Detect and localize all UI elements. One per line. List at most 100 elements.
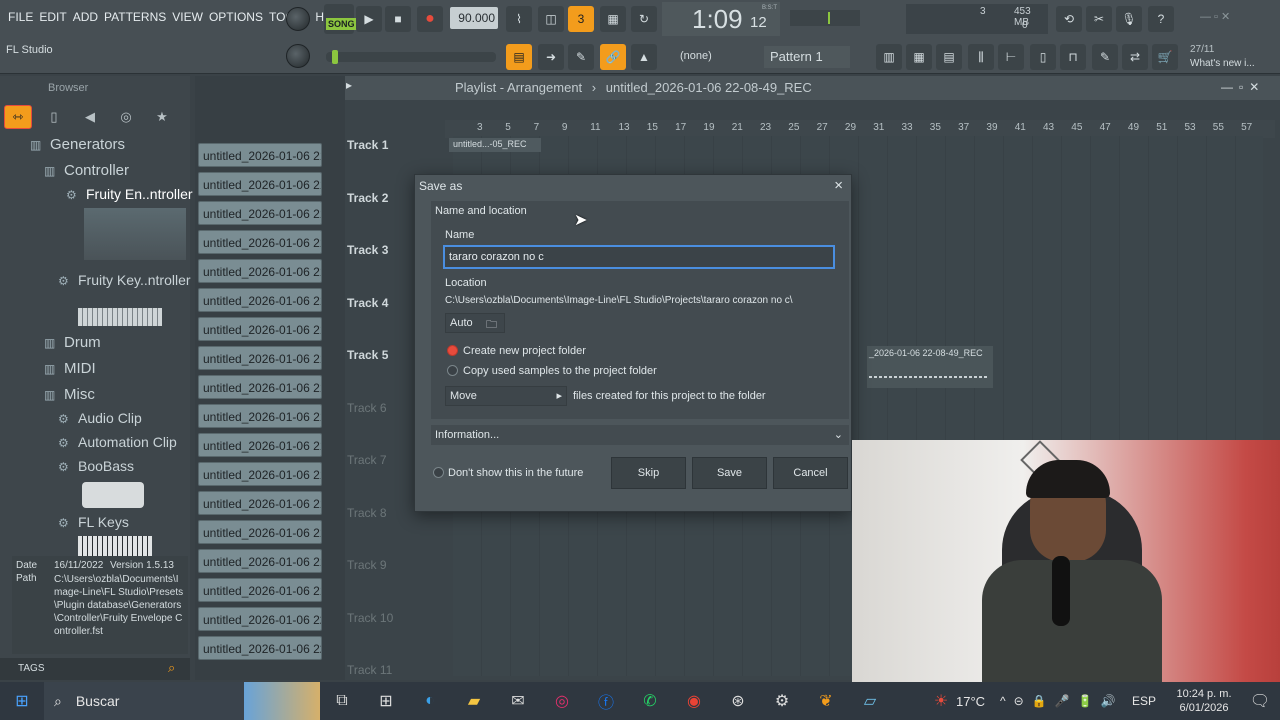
picker-clip-item[interactable]: untitled_2026-01-06 21-...	[198, 491, 322, 515]
track-header[interactable]: Track 10	[347, 611, 393, 625]
instagram-icon[interactable]: ◎	[540, 682, 584, 720]
track-header[interactable]: Track 3	[347, 243, 388, 257]
stop-button[interactable]: ■	[385, 6, 411, 32]
track-header[interactable]: Track 5	[347, 348, 388, 362]
language-indicator[interactable]: ESP	[1132, 694, 1168, 708]
file-icon[interactable]: ▯	[40, 105, 68, 129]
tree-boobass[interactable]: ⚙ BooBass	[58, 458, 134, 474]
track-header[interactable]: Track 1	[347, 138, 388, 152]
next-button[interactable]: ➜	[538, 44, 564, 70]
time-display[interactable]: 1:09 12 B:S:T	[662, 2, 780, 36]
project-name-input[interactable]	[443, 245, 835, 269]
windows-start-icon[interactable]: ⊞	[0, 682, 44, 720]
picker-clip-item[interactable]: untitled_2026-01-06 21-...	[198, 375, 322, 399]
notification-icon[interactable]: 🗨	[1240, 682, 1280, 720]
create-folder-radio[interactable]	[447, 345, 458, 356]
tempo-display[interactable]: 90.000	[450, 7, 498, 29]
playlist-view-button[interactable]: ▤	[506, 44, 532, 70]
playlist-window-controls[interactable]: —▫✕	[1221, 80, 1265, 94]
menu-file[interactable]: FILE	[8, 10, 33, 24]
tree-misc[interactable]: ▥ Misc	[44, 386, 95, 403]
cancel-button[interactable]: Cancel	[773, 457, 848, 489]
track-header[interactable]: Track 8	[347, 506, 387, 520]
file-explorer-icon[interactable]: ▰	[452, 682, 496, 720]
picker-clip-item[interactable]: untitled_2026-01-06 21-...	[198, 143, 322, 167]
play-button[interactable]: ▶	[356, 6, 382, 32]
menu-view[interactable]: VIEW	[172, 10, 203, 24]
master-volume-knob[interactable]	[286, 7, 310, 31]
chrome-icon[interactable]: ◉	[672, 682, 716, 720]
weather-icon[interactable]: ☀	[926, 682, 956, 720]
plugin-browser-icon[interactable]: ◎	[112, 105, 140, 129]
obs-icon[interactable]: ⊛	[716, 682, 760, 720]
undo-button[interactable]: ⟲	[1056, 6, 1082, 32]
picker-clip-item[interactable]: untitled_2026-01-06 21-...	[198, 549, 322, 573]
tree-fruity-keyboard[interactable]: ⚙ Fruity Key..ntroller	[58, 272, 191, 288]
cut-button[interactable]: ✂	[1086, 6, 1112, 32]
tree-generators[interactable]: ▥ Generators	[30, 136, 125, 153]
tempo-tap-button[interactable]: ⇄	[1122, 44, 1148, 70]
loop-record-button[interactable]: ↻	[631, 6, 657, 32]
tree-drum[interactable]: ▥ Drum	[44, 334, 101, 351]
master-pitch-knob[interactable]	[286, 44, 310, 68]
speaker-icon[interactable]: ◀	[76, 105, 104, 129]
mixer-button[interactable]: ⫼	[968, 44, 994, 70]
tree-fl-keys[interactable]: ⚙ FL Keys	[58, 514, 129, 530]
master-slider[interactable]	[326, 50, 496, 64]
move-select[interactable]: Move ▸	[445, 386, 567, 406]
dont-show-checkbox[interactable]	[433, 467, 444, 478]
copy-samples-radio[interactable]	[447, 365, 458, 376]
settings-app-icon[interactable]: ⚙	[760, 682, 804, 720]
draw-button[interactable]: ✎	[568, 44, 594, 70]
tree-midi[interactable]: ▥ MIDI	[44, 360, 96, 377]
channel-rack-button[interactable]: ▤	[936, 44, 962, 70]
plugin-button[interactable]: ▯	[1030, 44, 1056, 70]
picker-clip-item[interactable]: untitled_2026-01-06 21-...	[198, 201, 322, 225]
piano-roll-button[interactable]: ▦	[906, 44, 932, 70]
all-icon[interactable]: ⇿	[4, 105, 32, 129]
countdown-button[interactable]: 3	[568, 6, 594, 32]
close-icon[interactable]: ×	[834, 177, 843, 194]
picker-clip-item[interactable]: untitled_2026-01-06 21-...	[198, 317, 322, 341]
picker-clip-item[interactable]: untitled_2026-01-06 21-...	[198, 288, 322, 312]
news-link[interactable]: What's new i...	[1190, 58, 1255, 69]
track-header[interactable]: Track 7	[347, 453, 387, 467]
window-controls[interactable]: — ▫ ✕	[1200, 10, 1230, 23]
pat-song-toggle[interactable]: SONG	[324, 4, 357, 34]
tree-automation-clip[interactable]: ⚙ Automation Clip	[58, 434, 177, 450]
information-expander[interactable]: Information... ⌄	[431, 425, 849, 445]
task-view-icon[interactable]: ⧉	[320, 682, 364, 720]
picker-clip-item[interactable]: untitled_2026-01-06 21-...	[198, 433, 322, 457]
track-header[interactable]: Track 2	[347, 191, 388, 205]
track-header[interactable]: Track 9	[347, 558, 387, 572]
auto-button[interactable]: Auto 🗀	[445, 313, 505, 333]
link-button[interactable]: 🔗	[600, 44, 626, 70]
edge-icon[interactable]: ◐	[408, 682, 452, 720]
weather-temp[interactable]: 17°C	[956, 694, 1000, 709]
pattern-select[interactable]: Pattern 1	[764, 46, 850, 68]
plugin-picker-button[interactable]: ⊓	[1060, 44, 1086, 70]
star-icon[interactable]: ★	[148, 105, 176, 129]
step-edit-button[interactable]: ▦	[600, 6, 626, 32]
snap-select[interactable]: (none)	[680, 50, 712, 62]
skip-button[interactable]: Skip	[611, 457, 686, 489]
track-header[interactable]: Track 11	[347, 663, 392, 677]
menu-add[interactable]: ADD	[73, 10, 98, 24]
audio-clip-2[interactable]: _2026-01-06 22-08-49_REC	[867, 346, 993, 388]
stamp-button[interactable]: ▲	[631, 44, 657, 70]
store-icon[interactable]: ⊞	[364, 682, 408, 720]
picker-clip-item[interactable]: untitled_2026-01-06 21-...	[198, 520, 322, 544]
picker-clip-item[interactable]: untitled_2026-01-06 21-...	[198, 578, 322, 602]
whatsapp-icon[interactable]: ✆	[628, 682, 672, 720]
notepad-icon[interactable]: ▱	[848, 682, 892, 720]
facebook-icon[interactable]: ⓕ	[584, 682, 628, 720]
playlist-window-button[interactable]: ▥	[876, 44, 902, 70]
taskbar-search[interactable]: ⌕ Buscar	[44, 682, 244, 720]
record-button[interactable]: ●	[417, 6, 443, 32]
tree-controller[interactable]: ▥ Controller	[44, 162, 129, 179]
menu-edit[interactable]: EDIT	[39, 10, 66, 24]
picker-clip-item[interactable]: untitled_2026-01-06 21-...	[198, 346, 322, 370]
menu-options[interactable]: OPTIONS	[209, 10, 263, 24]
picker-clip-item[interactable]: untitled_2026-01-06 21-...	[198, 259, 322, 283]
audio-clip-1[interactable]: untitled...-05_REC	[449, 138, 541, 152]
